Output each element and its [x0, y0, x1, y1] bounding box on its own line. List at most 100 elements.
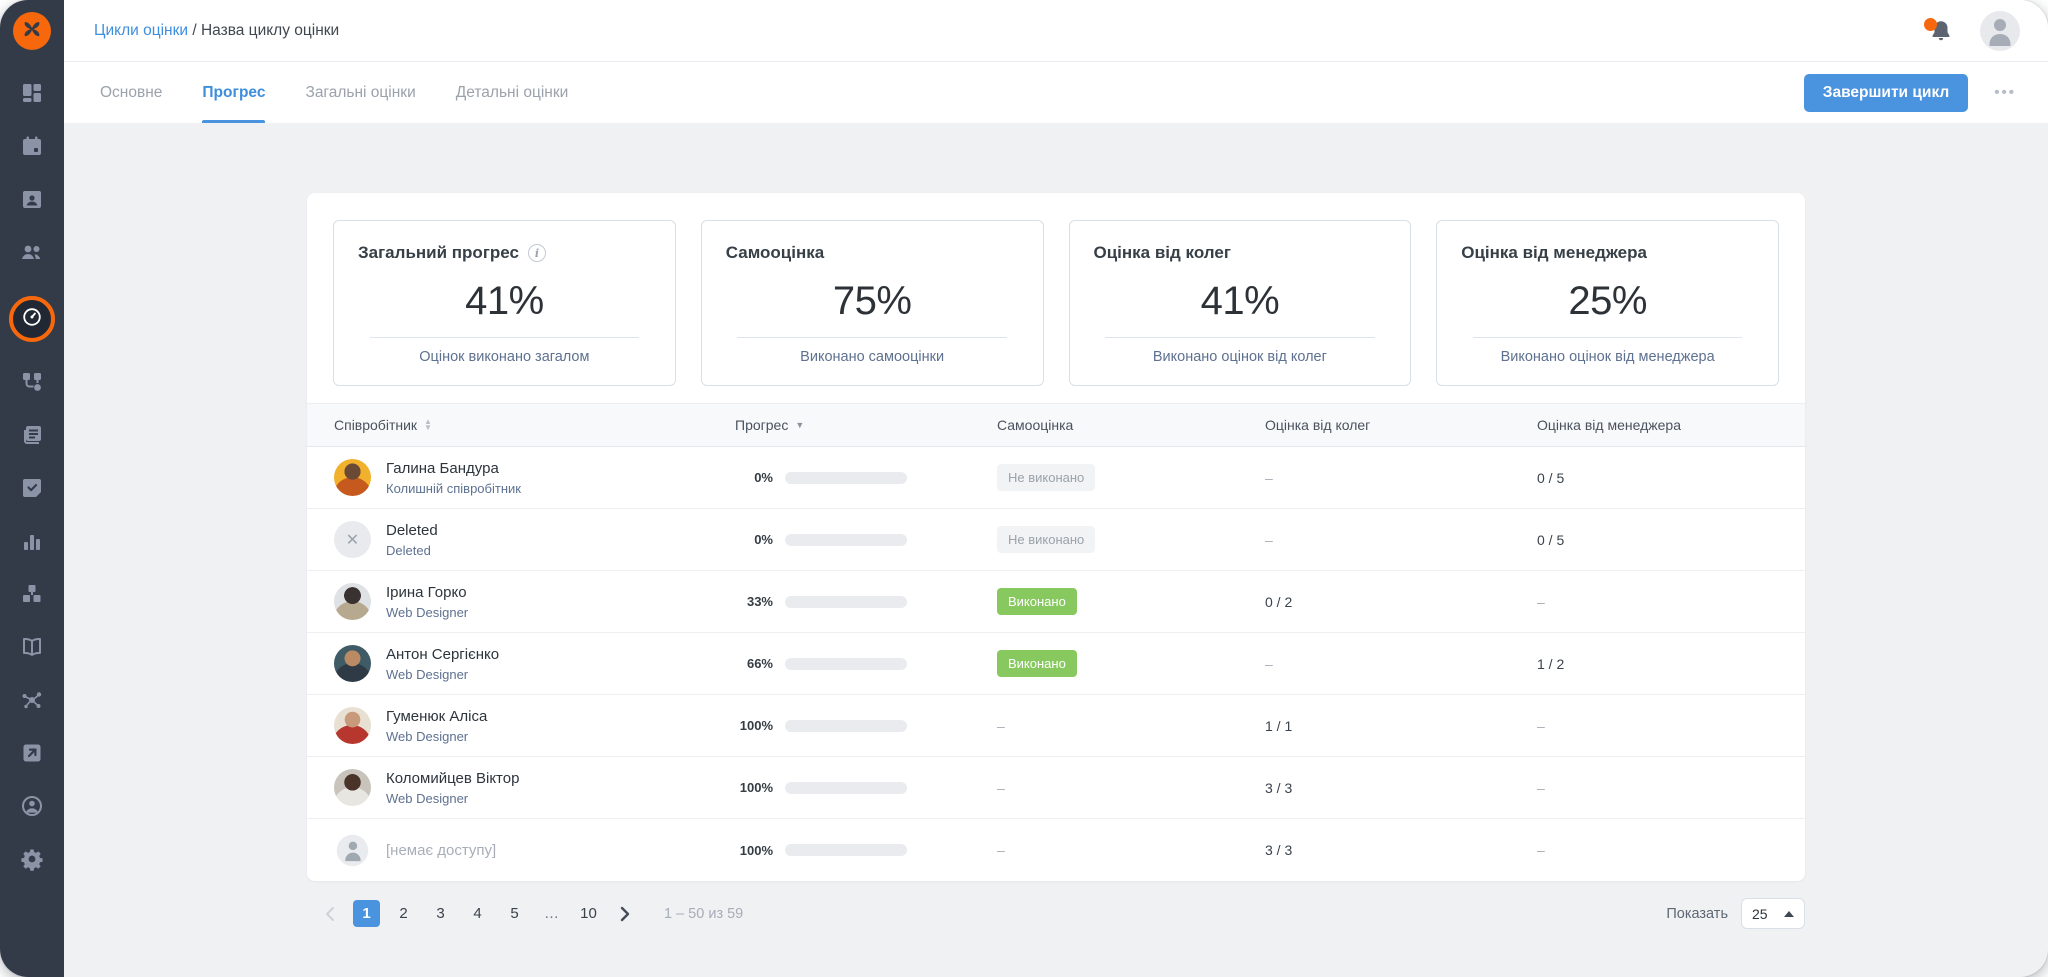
sidebar-item-pipeline[interactable]: [19, 371, 45, 397]
profile-circle-icon: [20, 794, 44, 823]
info-icon[interactable]: i: [528, 244, 546, 262]
chevron-up-icon: [1784, 911, 1794, 917]
employee-avatar: [334, 769, 371, 806]
peer-review-cell: 1 / 1: [1257, 718, 1529, 734]
self-review-status: Не виконано: [997, 464, 1095, 491]
network-icon: [20, 688, 44, 717]
sidebar-item-calendar[interactable]: [19, 135, 45, 161]
self-review-cell: –: [989, 780, 1257, 796]
cycle-actions: Завершити цикл •••: [1804, 74, 2016, 112]
tab-overall-reviews[interactable]: Загальні оцінки: [305, 62, 415, 123]
stat-title: Загальний прогрес: [358, 243, 519, 263]
sidebar-item-news[interactable]: [19, 424, 45, 450]
page-button-10[interactable]: 10: [575, 900, 602, 927]
stat-value: 41%: [1094, 279, 1387, 324]
app-logo-icon[interactable]: [13, 12, 51, 50]
peer-review-cell: –: [1257, 656, 1529, 672]
table-row[interactable]: Гуменюк Аліса Web Designer 100% – 1 / 1 …: [307, 695, 1805, 757]
self-review-cell: –: [989, 718, 1257, 734]
sidebar-item-performance[interactable]: [9, 296, 55, 342]
self-review-cell: Не виконано: [989, 526, 1257, 553]
employee-card-icon: [20, 187, 44, 216]
employee-avatar: [334, 707, 371, 744]
sidebar-item-profile[interactable]: [19, 795, 45, 821]
progress-percent-label: 33%: [727, 594, 773, 609]
employee-subtitle: Колишній співробітник: [386, 481, 521, 496]
user-avatar[interactable]: [1980, 11, 2020, 51]
sidebar-item-network[interactable]: [19, 689, 45, 715]
dashboard-icon: [20, 81, 44, 110]
tab-detailed-reviews[interactable]: Детальні оцінки: [456, 62, 569, 123]
employee-subtitle: Deleted: [386, 543, 438, 558]
sidebar-item-knowledge-base[interactable]: [19, 636, 45, 662]
stat-card-manager-review: Оцінка від менеджера 25% Виконано оцінок…: [1436, 220, 1779, 386]
progress-bar: [785, 596, 907, 608]
page-button-1[interactable]: 1: [353, 900, 380, 927]
table-row[interactable]: [немає доступу] 100% – 3 / 3 –: [307, 819, 1805, 881]
page-button-3[interactable]: 3: [427, 900, 454, 927]
progress-bar: [785, 782, 907, 794]
sidebar-item-people[interactable]: [19, 241, 45, 267]
table-body: Галина Бандура Колишній співробітник 0% …: [307, 447, 1805, 881]
sidebar-item-external-link[interactable]: [19, 742, 45, 768]
sidebar-item-tasks[interactable]: [19, 477, 45, 503]
sidebar-item-dashboard[interactable]: [19, 82, 45, 108]
sidebar-item-analytics[interactable]: [19, 530, 45, 556]
page-button-2[interactable]: 2: [390, 900, 417, 927]
tab-progress[interactable]: Прогрес: [202, 62, 265, 123]
peer-review-cell: –: [1257, 532, 1529, 548]
pipeline-icon: [20, 370, 44, 399]
sidebar: [0, 0, 64, 977]
progress-bar: [785, 658, 907, 670]
progress-cell: 0%: [727, 532, 989, 547]
peer-review-cell: –: [1257, 470, 1529, 486]
column-header-employee[interactable]: Співробітник ▲▼: [307, 417, 727, 433]
app-window: Цикли оцінки / Назва циклу оцінки Основн…: [0, 0, 2048, 977]
page-button-5[interactable]: 5: [501, 900, 528, 927]
column-header-peer-review: Оцінка від колег: [1257, 417, 1529, 433]
peer-review-cell: 0 / 2: [1257, 594, 1529, 610]
progress-cell: 100%: [727, 843, 989, 858]
self-review-cell: Не виконано: [989, 464, 1257, 491]
breadcrumb-current: Назва циклу оцінки: [201, 22, 339, 39]
sidebar-item-employees[interactable]: [19, 188, 45, 214]
progress-cell: 100%: [727, 718, 989, 733]
more-options-button[interactable]: •••: [1994, 84, 2016, 101]
breadcrumb-link[interactable]: Цикли оцінки: [94, 22, 188, 39]
self-review-cell: Виконано: [989, 588, 1257, 615]
progress-percent-label: 0%: [727, 532, 773, 547]
manager-review-cell: 0 / 5: [1529, 470, 1805, 486]
employee-name: Deleted: [386, 522, 438, 539]
breadcrumb: Цикли оцінки / Назва циклу оцінки: [94, 22, 339, 40]
table-row[interactable]: Ірина Горко Web Designer 33% Виконано 0 …: [307, 571, 1805, 633]
settings-gear-icon: [20, 847, 44, 876]
page-size-select[interactable]: 25: [1741, 898, 1805, 929]
tab-main[interactable]: Основне: [100, 62, 162, 123]
sidebar-nav: [9, 82, 55, 874]
employee-name: Антон Сергієнко: [386, 646, 499, 663]
sort-icon: ▲▼: [424, 419, 432, 431]
peer-review-cell: 3 / 3: [1257, 842, 1529, 858]
table-row[interactable]: Галина Бандура Колишній співробітник 0% …: [307, 447, 1805, 509]
progress-percent-label: 100%: [727, 843, 773, 858]
sidebar-item-org-structure[interactable]: [19, 583, 45, 609]
self-review-cell: –: [989, 842, 1257, 858]
table-row[interactable]: Коломийцев Віктор Web Designer 100% – 3 …: [307, 757, 1805, 819]
page-button-4[interactable]: 4: [464, 900, 491, 927]
employee-subtitle: Web Designer: [386, 605, 468, 620]
notifications-bell-icon[interactable]: [1928, 18, 1954, 44]
employee-cell: Гуменюк Аліса Web Designer: [307, 707, 727, 744]
employee-avatar: [334, 459, 371, 496]
finish-cycle-button[interactable]: Завершити цикл: [1804, 74, 1968, 112]
column-header-progress[interactable]: Прогрес ▼: [727, 417, 989, 433]
next-page-button[interactable]: [612, 901, 638, 927]
table-row[interactable]: Deleted Deleted 0% Не виконано – 0 / 5: [307, 509, 1805, 571]
sidebar-item-settings[interactable]: [19, 848, 45, 874]
prev-page-button[interactable]: [317, 901, 343, 927]
stat-value: 25%: [1461, 279, 1754, 324]
employee-subtitle: Web Designer: [386, 729, 487, 744]
pagination: 12345…10 1 – 50 из 59: [307, 900, 743, 927]
stat-divider: [1105, 337, 1374, 338]
table-row[interactable]: Антон Сергієнко Web Designer 66% Виконан…: [307, 633, 1805, 695]
page-buttons: 12345…10: [353, 900, 602, 927]
